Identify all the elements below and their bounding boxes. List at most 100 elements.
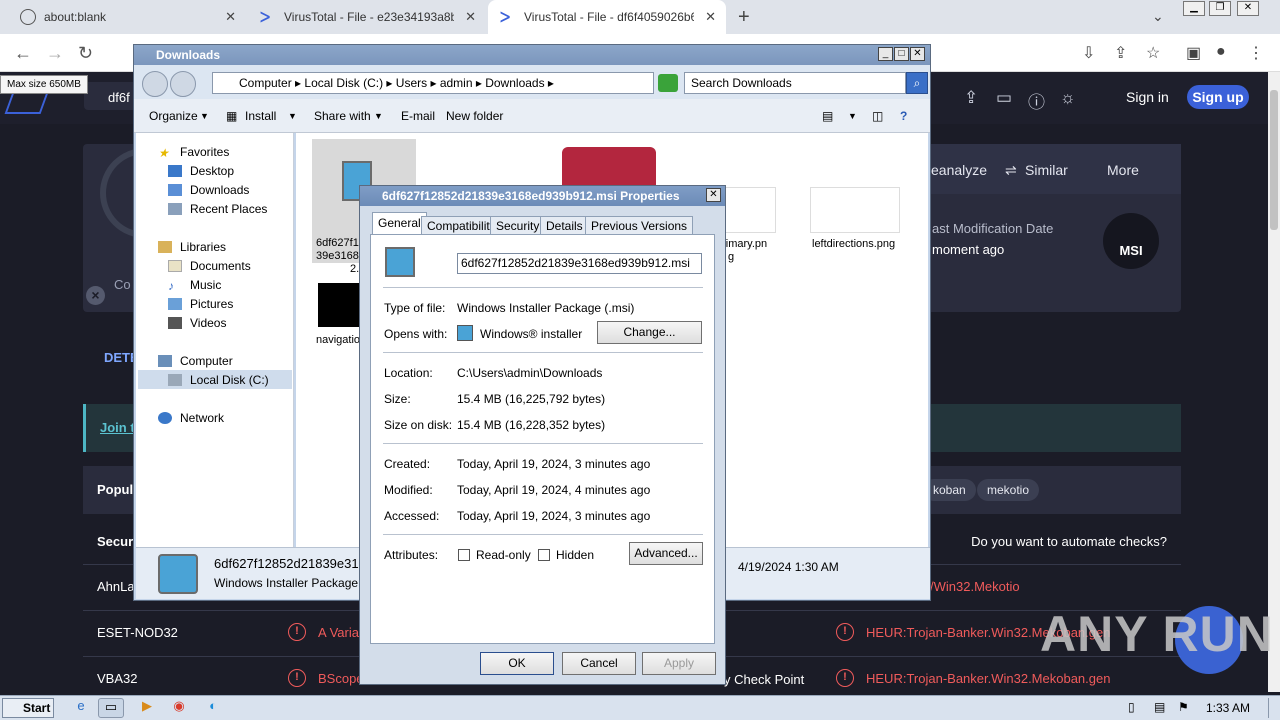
close-tab-icon[interactable]: ✕ <box>465 9 476 25</box>
cancel-button[interactable]: Cancel <box>562 652 636 675</box>
tab-virustotal-2[interactable]: ᐳ VirusTotal - File - df6f4059026b667 ✕ <box>488 0 726 34</box>
chat-icon[interactable]: ▭ <box>996 88 1012 108</box>
back-button[interactable] <box>142 71 168 97</box>
ie-icon[interactable]: e <box>68 698 94 718</box>
search-icon[interactable]: ⌕ <box>906 72 928 94</box>
nav-downloads[interactable]: Downloads <box>168 183 249 197</box>
email-button[interactable]: E-mail <box>401 109 435 123</box>
nav-favorites[interactable]: ★ Favorites <box>158 145 229 160</box>
nav-recent-places[interactable]: Recent Places <box>168 202 267 216</box>
tab-details[interactable]: Details <box>540 216 589 235</box>
close-icon[interactable]: × <box>86 286 105 305</box>
install-icon[interactable]: ⇩ <box>1082 43 1095 63</box>
share-with-button[interactable]: Share with <box>314 109 371 123</box>
breadcrumb-admin[interactable]: admin <box>440 76 473 90</box>
reload-icon[interactable]: ↻ <box>78 43 93 64</box>
close-tab-icon[interactable]: ✕ <box>225 9 236 25</box>
organize-button[interactable]: Organize <box>149 109 198 123</box>
nav-network[interactable]: Network <box>158 411 224 425</box>
breadcrumb-downloads[interactable]: Downloads <box>485 76 544 90</box>
bookmark-star-icon[interactable]: ☆ <box>1146 43 1160 63</box>
network-tray-icon[interactable]: ▤ <box>1154 700 1165 714</box>
breadcrumb-users[interactable]: Users <box>396 76 427 90</box>
sidepanel-icon[interactable]: ▣ <box>1186 43 1201 63</box>
size-label: Size: <box>384 392 411 406</box>
tag-mekotio[interactable]: mekotio <box>977 479 1040 501</box>
close-window-button[interactable]: ✕ <box>910 47 925 61</box>
back-icon[interactable]: ← <box>14 43 32 64</box>
explorer-taskbar-icon[interactable]: ▭ <box>98 698 124 718</box>
details-file-name: 6df627f12852d21839e316 <box>214 556 366 571</box>
sign-up-button[interactable]: Sign up <box>1187 85 1249 109</box>
tab-general[interactable]: General <box>372 212 427 235</box>
filename-field[interactable]: 6df627f12852d21839e3168ed939b912.msi <box>457 253 702 274</box>
help-icon[interactable]: ⓘ <box>1028 88 1045 113</box>
chevron-down-icon[interactable]: ▼ <box>848 111 857 121</box>
start-button[interactable]: Start <box>2 698 54 718</box>
menu-icon[interactable]: ⋮ <box>1248 43 1264 63</box>
show-desktop-button[interactable] <box>1268 698 1278 718</box>
nav-desktop[interactable]: Desktop <box>168 164 234 178</box>
preview-pane-icon[interactable]: ◫ <box>872 109 883 123</box>
nav-local-disk[interactable]: Local Disk (C:) <box>168 373 269 387</box>
breadcrumb-computer[interactable]: Computer <box>239 76 292 90</box>
scrollbar-thumb[interactable] <box>1270 90 1278 230</box>
forward-icon[interactable]: → <box>46 43 64 64</box>
profile-icon[interactable]: ● <box>1216 43 1226 61</box>
join-link[interactable]: Join t <box>100 420 135 435</box>
share-icon[interactable]: ⇪ <box>1114 43 1127 63</box>
minimize-button[interactable]: _ <box>878 47 893 61</box>
file-name: g <box>728 251 735 263</box>
refresh-icon[interactable] <box>658 74 678 92</box>
chevron-down-icon[interactable]: ⌄ <box>1152 8 1164 25</box>
image-thumbnail[interactable] <box>318 283 362 327</box>
similar-button[interactable]: Similar <box>1025 162 1068 178</box>
close-dialog-button[interactable]: ✕ <box>706 188 721 202</box>
new-tab-icon[interactable]: + <box>738 6 750 29</box>
sign-in-link[interactable]: Sign in <box>1126 89 1169 105</box>
hidden-checkbox[interactable] <box>538 549 550 561</box>
media-player-icon[interactable]: ▶ <box>134 698 160 718</box>
theme-icon[interactable]: ☼ <box>1060 88 1076 108</box>
nav-computer[interactable]: Computer <box>158 354 233 368</box>
automate-checks-link[interactable]: Do you want to automate checks? <box>971 534 1167 549</box>
new-folder-button[interactable]: New folder <box>446 109 503 123</box>
forward-button[interactable] <box>170 71 196 97</box>
notification-icon[interactable]: ▯ <box>1128 700 1135 714</box>
readonly-checkbox[interactable] <box>458 549 470 561</box>
upload-icon[interactable]: ⇪ <box>964 88 978 108</box>
image-thumbnail[interactable] <box>810 187 900 233</box>
tab-previous-versions[interactable]: Previous Versions <box>585 216 694 235</box>
close-tab-icon[interactable]: ✕ <box>705 9 716 25</box>
close-window-button[interactable]: ✕ <box>1237 1 1259 16</box>
nav-music[interactable]: ♪ Music <box>168 278 221 293</box>
nav-pictures[interactable]: Pictures <box>168 297 233 311</box>
advanced-button[interactable]: Advanced... <box>629 542 703 565</box>
reanalyze-button[interactable]: eanalyze <box>931 162 987 178</box>
restore-button[interactable]: ❐ <box>1209 1 1231 16</box>
tab-security[interactable]: Security <box>490 216 546 235</box>
libraries-icon <box>158 241 172 253</box>
minimize-button[interactable]: ▁ <box>1183 1 1205 16</box>
install-button[interactable]: Install <box>245 109 276 123</box>
ok-button[interactable]: OK <box>480 652 554 675</box>
edge-icon[interactable]: ◐ <box>200 698 226 718</box>
change-button[interactable]: Change... <box>597 321 702 344</box>
nav-videos[interactable]: Videos <box>168 316 226 330</box>
flag-icon[interactable]: ⚑ <box>1178 700 1189 714</box>
chrome-icon[interactable]: ◉ <box>166 698 192 718</box>
nav-libraries[interactable]: Libraries <box>158 240 226 254</box>
breadcrumb-localdisk[interactable]: Local Disk (C:) <box>304 76 383 90</box>
apply-button[interactable]: Apply <box>642 652 716 675</box>
separator <box>383 534 703 535</box>
star-icon: ★ <box>158 146 169 160</box>
help-icon[interactable]: ? <box>900 109 907 123</box>
maximize-button[interactable]: □ <box>894 47 909 61</box>
more-button[interactable]: More <box>1107 162 1139 178</box>
address-breadcrumb[interactable]: Computer ▸ Local Disk (C:) ▸ Users ▸ adm… <box>212 72 654 94</box>
tab-about-blank[interactable]: about:blank ✕ <box>8 0 246 34</box>
nav-documents[interactable]: Documents <box>168 259 251 273</box>
tab-virustotal-1[interactable]: ᐳ VirusTotal - File - e23e34193a8b988 ✕ <box>248 0 486 34</box>
search-input[interactable]: Search Downloads <box>684 72 906 94</box>
view-icon[interactable]: ▤ <box>822 109 833 123</box>
